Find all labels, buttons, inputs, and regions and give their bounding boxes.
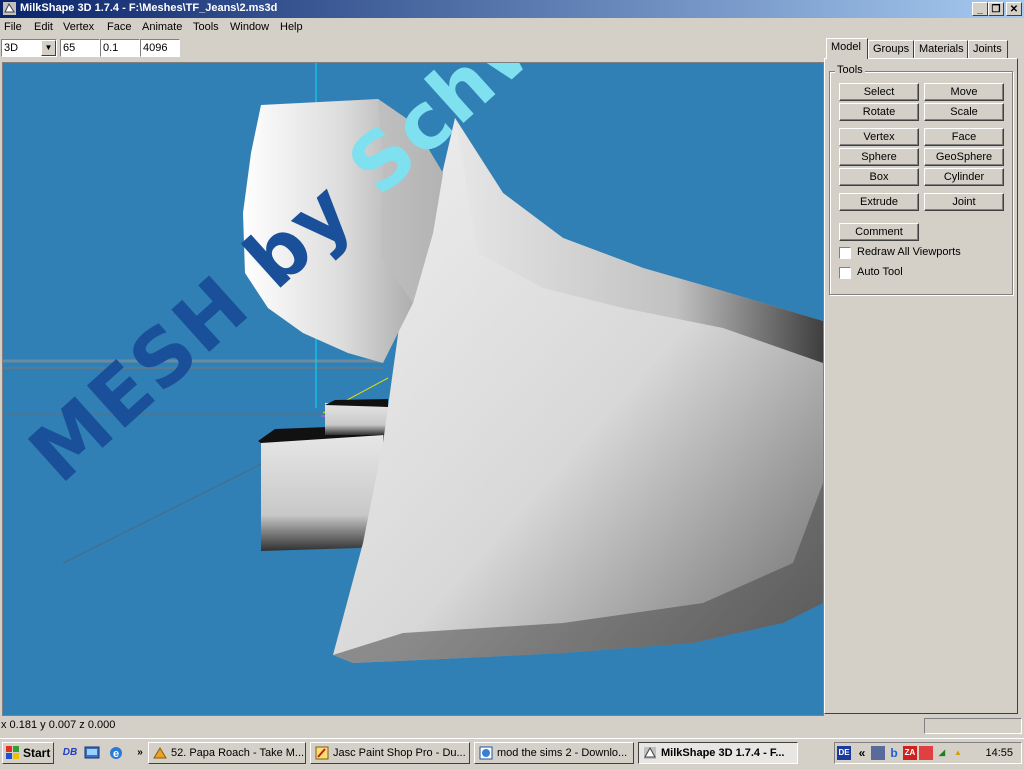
move-button[interactable]: Move [924,83,1004,101]
cylinder-button[interactable]: Cylinder [924,168,1004,186]
field-near-clip[interactable]: 0.1 [100,39,140,57]
language-indicator[interactable]: DE [837,746,851,760]
internet-explorer-icon[interactable]: e [108,745,124,761]
db-quicklaunch-icon[interactable]: DB [62,745,78,761]
svg-text:e: e [113,748,119,760]
view-mode-select[interactable]: 3D ▼ [1,39,57,57]
field-fov[interactable]: 65 [60,39,100,57]
quicklaunch-chevron-icon[interactable]: » [132,745,148,761]
window-title: MilkShape 3D 1.7.4 - F:\Meshes\TF_Jeans\… [20,2,278,14]
tools-group-label: Tools [835,64,865,76]
tab-joints[interactable]: Joints [968,40,1008,58]
select-button[interactable]: Select [839,83,919,101]
auto-tool-checkbox-label: Auto Tool [857,266,903,278]
menu-edit[interactable]: Edit [34,21,53,33]
task-winamp-label: 52. Papa Roach - Take M... [171,747,305,759]
side-panel: Model Groups Materials Joints Tools Sele… [824,38,1024,714]
joint-button[interactable]: Joint [924,193,1004,211]
menu-file[interactable]: File [4,21,22,33]
sphere-button[interactable]: Sphere [839,148,919,166]
tray-chevron-icon[interactable]: « [855,746,869,760]
extrude-button[interactable]: Extrude [839,193,919,211]
menu-animate[interactable]: Animate [142,21,182,33]
task-paint-shop-pro-label: Jasc Paint Shop Pro - Du... [333,747,466,759]
tab-model[interactable]: Model [826,38,868,59]
redraw-checkbox-box[interactable] [839,247,851,259]
milkshape-icon [644,746,656,759]
rotate-button[interactable]: Rotate [839,103,919,121]
safely-remove-icon[interactable]: ▲ [951,746,965,760]
menu-vertex[interactable]: Vertex [63,21,94,33]
auto-tool-checkbox[interactable]: Auto Tool [839,265,1009,281]
task-winamp[interactable]: 52. Papa Roach - Take M... [148,742,306,764]
coordinates-readout: x 0.181 y 0.007 z 0.000 [1,719,116,731]
model-tab-body: Tools Select Move Rotate Scale Vertex Fa… [824,58,1018,714]
field-far-clip[interactable]: 4096 [140,39,180,57]
tab-groups[interactable]: Groups [868,40,914,58]
task-milkshape-label: MilkShape 3D 1.7.4 - F... [661,747,785,759]
title-bar: MilkShape 3D 1.7.4 - F:\Meshes\TF_Jeans\… [0,0,1024,18]
paint-shop-pro-icon [315,746,329,760]
windows-taskbar: Start DB e » 52. Papa Roach - Take M... … [0,738,1024,769]
redraw-checkbox-label: Redraw All Viewports [857,246,961,258]
status-bar: x 0.181 y 0.007 z 0.000 [0,716,1024,736]
redraw-all-viewports-checkbox[interactable]: Redraw All Viewports [839,245,1009,261]
geosphere-button[interactable]: GeoSphere [924,148,1004,166]
zonealarm-icon[interactable]: ZA [903,746,917,760]
system-tray: DE « b ZA ◢ ▲ 14:55 [834,742,1022,764]
box-button[interactable]: Box [839,168,919,186]
menu-tools[interactable]: Tools [193,21,219,33]
chevron-down-icon[interactable]: ▼ [41,40,56,56]
restore-button[interactable]: ❐ [988,2,1004,16]
b-tray-icon[interactable]: b [887,746,901,760]
task-browser[interactable]: mod the sims 2 - Downlo... [474,742,634,764]
start-label: Start [23,746,51,760]
close-button[interactable]: ✕ [1006,2,1022,16]
vertex-button[interactable]: Vertex [839,128,919,146]
task-browser-label: mod the sims 2 - Downlo... [497,747,628,759]
menu-bar: File Edit Vertex Face Animate Tools Wind… [0,19,1024,37]
start-button[interactable]: Start [2,742,54,764]
scale-button[interactable]: Scale [924,103,1004,121]
status-panel-right [924,718,1022,734]
winamp-icon [153,747,167,759]
menu-help[interactable]: Help [280,21,303,33]
desktop-quicklaunch-icon[interactable] [84,745,100,761]
auto-tool-checkbox-box[interactable] [839,267,851,279]
tab-materials[interactable]: Materials [914,40,968,58]
browser-window-icon [479,746,493,760]
menu-face[interactable]: Face [107,21,131,33]
panel-tabs: Model Groups Materials Joints [824,38,1024,60]
volume-icon[interactable]: ◢ [935,746,949,760]
minimize-button[interactable]: _ [972,2,988,16]
task-paint-shop-pro[interactable]: Jasc Paint Shop Pro - Du... [310,742,470,764]
network-icon[interactable] [871,746,885,760]
comment-button[interactable]: Comment [839,223,919,241]
clock: 14:55 [985,747,1013,759]
task-milkshape[interactable]: MilkShape 3D 1.7.4 - F... [638,742,798,764]
viewport-toolbar: 3D ▼ 65 0.1 4096 [0,38,822,58]
antivirus-icon[interactable] [919,746,933,760]
windows-flag-icon [6,746,19,759]
view-mode-value: 3D [4,42,19,54]
milkshape-app-icon [3,2,16,15]
3d-viewport[interactable]: MESH by Schwerelos [2,62,824,716]
face-button[interactable]: Face [924,128,1004,146]
menu-window[interactable]: Window [230,21,269,33]
